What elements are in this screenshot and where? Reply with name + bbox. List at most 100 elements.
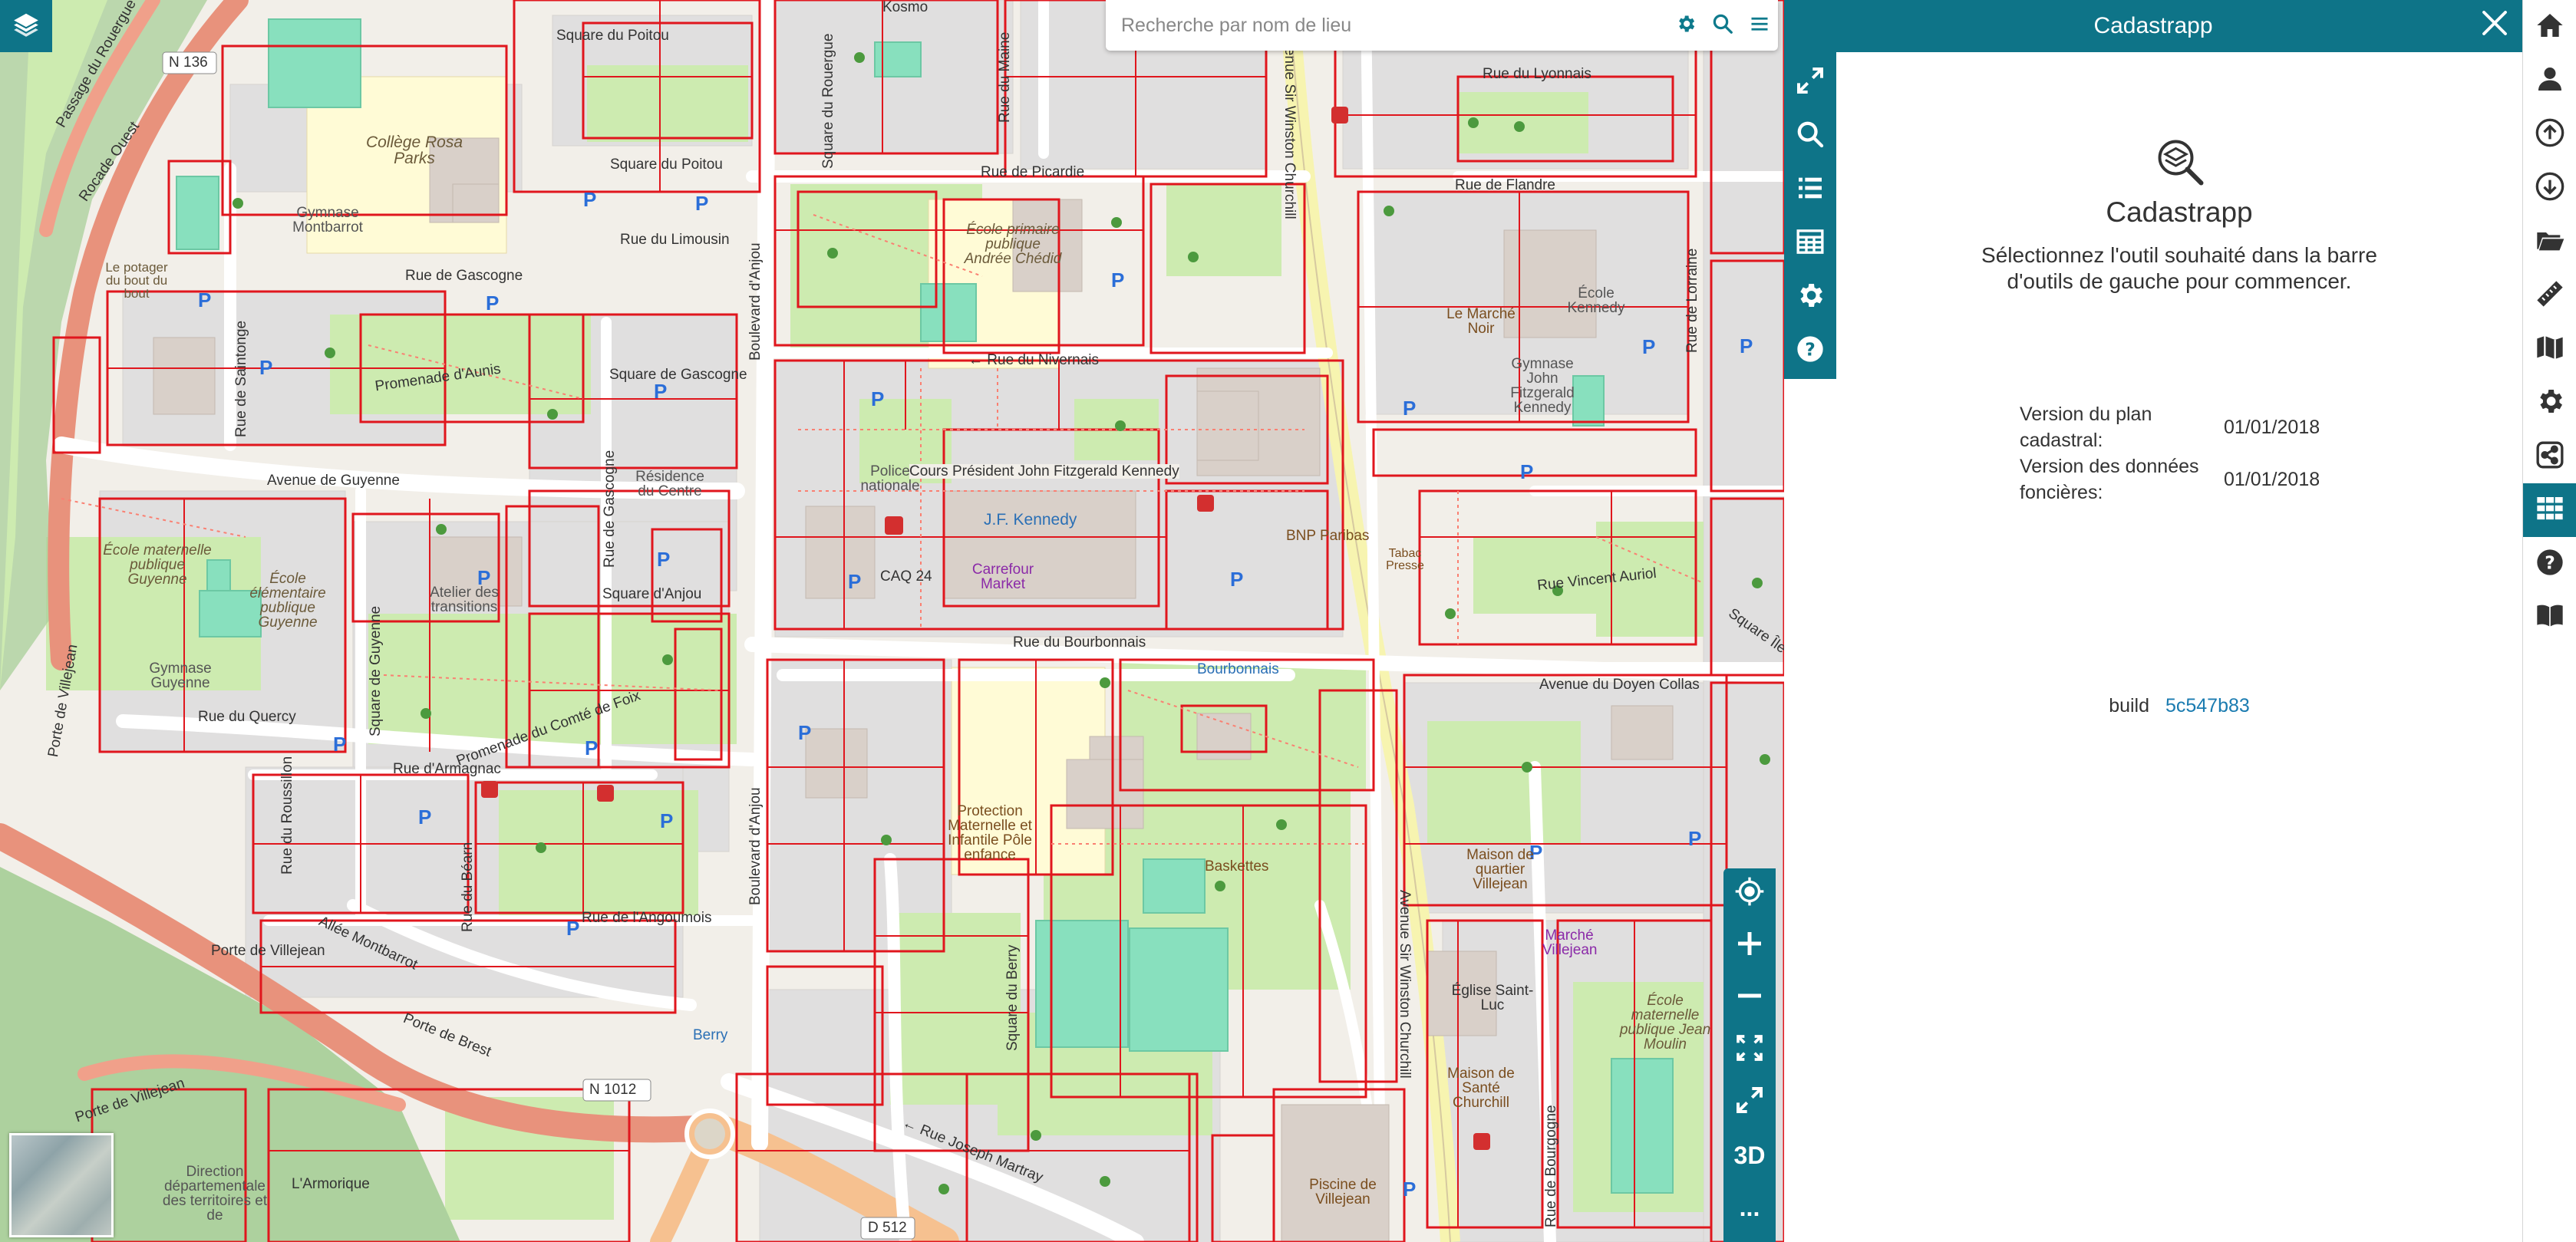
locate-button[interactable] bbox=[1723, 868, 1776, 921]
expand-icon bbox=[1795, 65, 1826, 100]
build-hash-link[interactable]: 5c547b83 bbox=[2165, 695, 2250, 717]
street-label: Rue d'Armagnac bbox=[393, 761, 501, 777]
street-label: Avenue de Guyenne bbox=[267, 473, 400, 489]
layers-icon bbox=[12, 10, 41, 43]
street-label: Rue du Roussillon bbox=[279, 756, 295, 875]
parking-icon: P bbox=[486, 292, 500, 315]
street-label: Square du Berry bbox=[1004, 944, 1021, 1051]
poi-label: BNP Paribas bbox=[1286, 528, 1370, 544]
build-label: build bbox=[2109, 695, 2150, 717]
zoom-in-button[interactable] bbox=[1723, 921, 1776, 973]
poi-label: Tabac Presse bbox=[1386, 547, 1424, 572]
parking-icon: P bbox=[1230, 568, 1244, 591]
street-label: Rue du Bourbonnais bbox=[1013, 634, 1146, 651]
street-label: Square du Poitou bbox=[610, 156, 723, 173]
expand-panel-button[interactable] bbox=[1784, 55, 1836, 109]
parking-icon: P bbox=[566, 917, 580, 940]
cadastrapp-toolbar: ? bbox=[1784, 52, 1836, 379]
parking-icon: P bbox=[871, 387, 885, 410]
street-label: Rue de Lorraine bbox=[1684, 248, 1700, 353]
search-bar bbox=[1106, 0, 1778, 51]
full-extent-icon bbox=[1734, 1033, 1765, 1069]
parking-icon: P bbox=[418, 805, 432, 829]
street-label: Rue de Bourgogne bbox=[1543, 1105, 1559, 1227]
full-extent-button[interactable] bbox=[1723, 1025, 1776, 1077]
zoom-out-button[interactable] bbox=[1723, 973, 1776, 1025]
search-input[interactable] bbox=[1120, 13, 1667, 38]
parking-icon: P bbox=[657, 548, 671, 571]
zoom-to-selection-button[interactable] bbox=[1784, 109, 1836, 163]
overview-minimap[interactable] bbox=[9, 1133, 114, 1237]
poi-label: Le potager du bout du bout bbox=[105, 260, 168, 301]
fullscreen-button[interactable] bbox=[1723, 1077, 1776, 1129]
poi-label: Berry bbox=[693, 1027, 728, 1043]
parking-icon: P bbox=[333, 733, 347, 756]
more-button[interactable]: ... bbox=[1723, 1181, 1776, 1234]
parking-icon: P bbox=[848, 570, 862, 593]
panel-body: Cadastrapp Sélectionnez l'outil souhaité… bbox=[1836, 52, 2522, 1242]
map-controls: 3D ... bbox=[1723, 868, 1776, 1242]
list-button[interactable] bbox=[1784, 163, 1836, 216]
poi-label: Atelier des transitions bbox=[430, 585, 499, 615]
poi-label: CAQ 24 bbox=[880, 568, 932, 585]
street-label: Square de Guyenne bbox=[368, 605, 384, 736]
search-settings-button[interactable] bbox=[1667, 7, 1704, 44]
street-label: Rue de Flandre bbox=[1455, 177, 1555, 193]
poi-label: Police nationale bbox=[860, 463, 920, 494]
svg-text:?: ? bbox=[2545, 552, 2555, 573]
road-shield: D 512 bbox=[868, 1220, 907, 1236]
help-button[interactable]: ? bbox=[1784, 324, 1836, 377]
poi-label: École élémentaire publique Guyenne bbox=[249, 571, 326, 631]
layers-button[interactable] bbox=[0, 0, 52, 52]
cadastrapp-button[interactable] bbox=[2523, 483, 2576, 537]
svg-text:?: ? bbox=[1805, 338, 1816, 360]
poi-label: Carrefour Market bbox=[971, 562, 1034, 592]
table-icon bbox=[1795, 226, 1826, 261]
street-label: Boulevard d'Anjou bbox=[747, 787, 764, 905]
search-icon bbox=[1711, 12, 1734, 39]
parking-icon: P bbox=[660, 809, 674, 832]
settings-button[interactable] bbox=[2523, 376, 2576, 430]
street-label: Rue du Lyonnais bbox=[1483, 66, 1591, 82]
map-button[interactable] bbox=[2523, 322, 2576, 376]
user-button[interactable] bbox=[2523, 54, 2576, 107]
parking-icon: P bbox=[695, 192, 709, 215]
street-label: Avenue du Doyen Collas bbox=[1539, 677, 1700, 693]
search-button[interactable] bbox=[1704, 7, 1741, 44]
help-icon: ? bbox=[1795, 334, 1826, 368]
version-row: Version des données foncières: 01/01/201… bbox=[2020, 453, 2320, 506]
poi-label: Gymnase John Fitzgerald Kennedy bbox=[1510, 356, 1575, 416]
grid-icon bbox=[2535, 493, 2565, 528]
help-button[interactable]: ? bbox=[2523, 537, 2576, 591]
3d-toggle[interactable]: 3D bbox=[1723, 1129, 1776, 1181]
panel-instructions: Sélectionnez l'outil souhaité dans la ba… bbox=[1981, 243, 2377, 293]
download-button[interactable] bbox=[2523, 161, 2576, 215]
street-label: Rue de Gascogne bbox=[405, 268, 523, 284]
upload-icon bbox=[2535, 117, 2565, 152]
settings-button[interactable] bbox=[1784, 270, 1836, 324]
street-label: Rue de Picardie bbox=[981, 164, 1085, 180]
panel-header-title: Cadastrapp bbox=[2093, 13, 2213, 38]
poi-label: Bourbonnais bbox=[1197, 661, 1279, 677]
search-menu-button[interactable] bbox=[1741, 7, 1778, 44]
open-folder-button[interactable] bbox=[2523, 215, 2576, 268]
fullscreen-icon bbox=[1734, 1085, 1765, 1122]
parking-icon: P bbox=[583, 188, 597, 211]
share-button[interactable] bbox=[2523, 430, 2576, 483]
measure-button[interactable] bbox=[2523, 268, 2576, 322]
home-button[interactable] bbox=[2523, 0, 2576, 54]
table-button[interactable] bbox=[1784, 216, 1836, 270]
upload-button[interactable] bbox=[2523, 107, 2576, 161]
poi-label: Collège Rosa Parks bbox=[365, 133, 463, 167]
close-button[interactable] bbox=[2476, 8, 2513, 44]
street-label: Square du Poitou bbox=[556, 28, 669, 44]
poi-label: Gymnase Montbarrot bbox=[292, 205, 363, 236]
poi-label: Baskettes bbox=[1205, 858, 1269, 875]
map-canvas[interactable]: P P P P P P P P P P P P P P P P P P P P … bbox=[0, 0, 1784, 1242]
poi-label: Gymnase Guyenne bbox=[149, 661, 212, 691]
poi-label: Le Marché Noir bbox=[1446, 306, 1516, 337]
list-icon bbox=[1795, 173, 1826, 207]
parking-icon: P bbox=[259, 356, 273, 379]
gear-icon bbox=[1795, 280, 1826, 315]
documentation-button[interactable] bbox=[2523, 591, 2576, 644]
